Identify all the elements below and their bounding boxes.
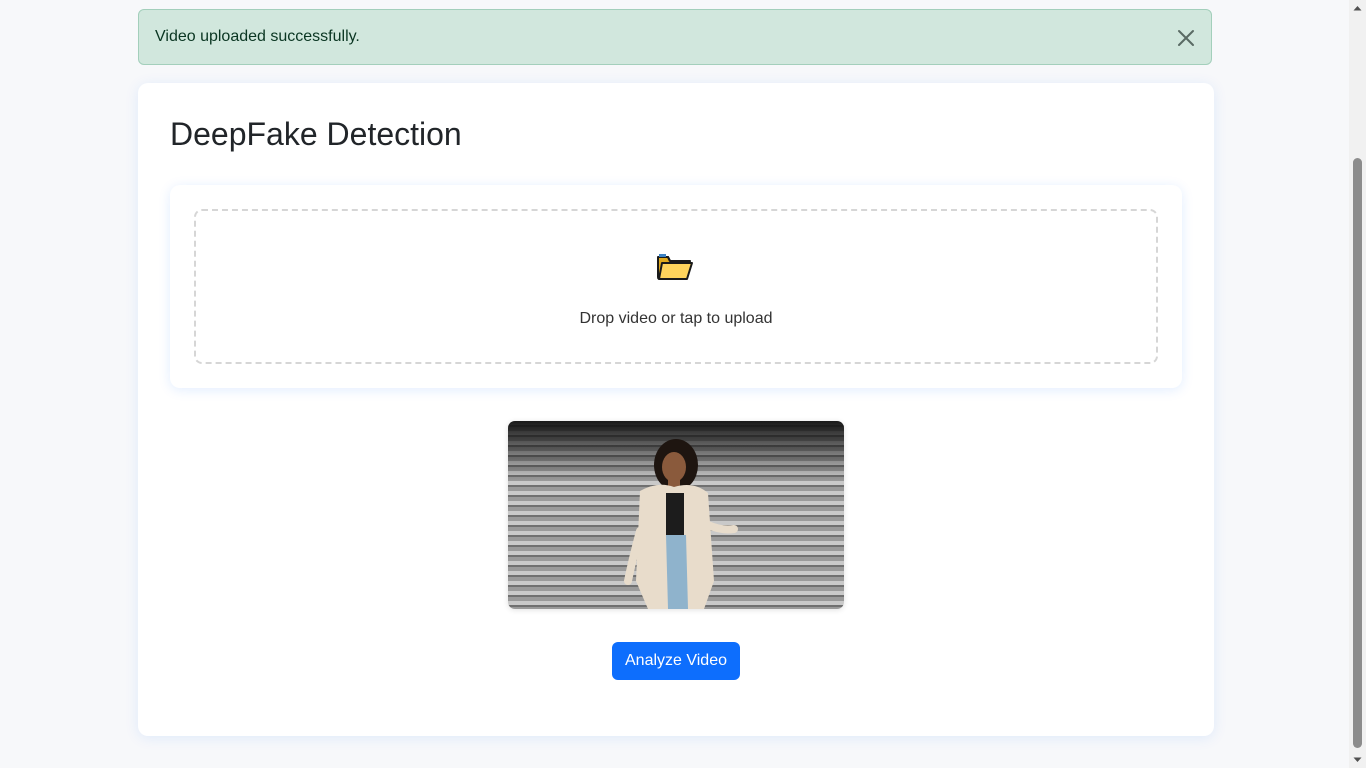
upload-card: Drop video or tap to upload xyxy=(170,185,1182,388)
folder-icon xyxy=(656,251,694,281)
success-alert: Video uploaded successfully. xyxy=(138,9,1212,65)
vertical-scrollbar[interactable] xyxy=(1349,0,1366,768)
alert-message: Video uploaded successfully. xyxy=(155,28,360,45)
video-thumbnail xyxy=(508,421,844,609)
video-preview[interactable] xyxy=(508,421,844,609)
main-card: DeepFake Detection Drop video or tap to … xyxy=(138,83,1214,736)
scroll-down-arrow-icon[interactable] xyxy=(1349,751,1366,768)
scrollbar-thumb[interactable] xyxy=(1353,158,1362,748)
upload-prompt: Drop video or tap to upload xyxy=(579,310,773,327)
upload-dropzone[interactable]: Drop video or tap to upload xyxy=(194,209,1158,364)
analyze-video-button[interactable]: Analyze Video xyxy=(612,642,740,680)
page: Video uploaded successfully. DeepFake De… xyxy=(0,0,1366,768)
close-icon[interactable] xyxy=(1175,27,1197,49)
page-title: DeepFake Detection xyxy=(170,116,462,152)
scroll-up-arrow-icon[interactable] xyxy=(1349,0,1366,17)
